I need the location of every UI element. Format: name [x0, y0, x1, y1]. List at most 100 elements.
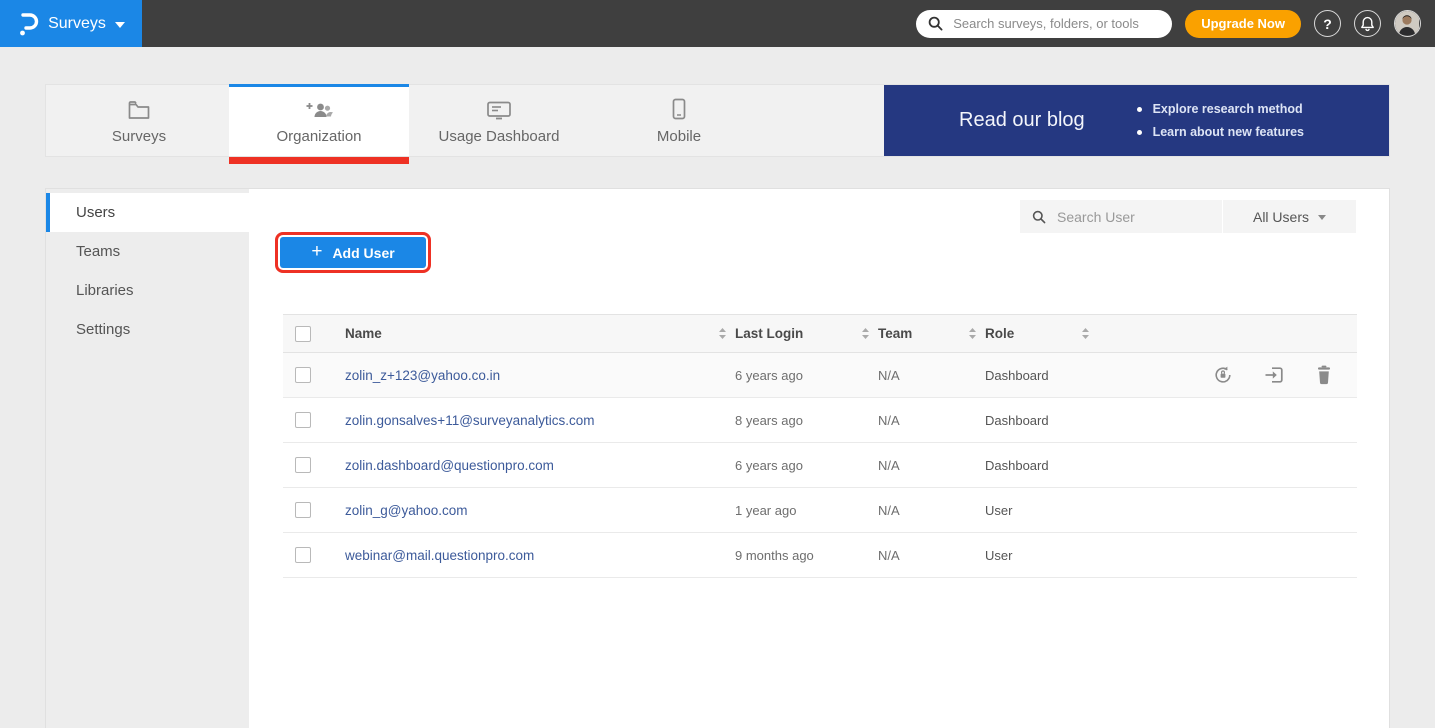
tab-organization[interactable]: Organization [229, 85, 409, 156]
table-header-row: Name Last Login Team [283, 314, 1357, 353]
row-checkbox[interactable] [295, 367, 311, 383]
table-row: zolin.gonsalves+11@surveyanalytics.com 8… [283, 398, 1357, 443]
table-row: zolin.dashboard@questionpro.com 6 years … [283, 443, 1357, 488]
search-user-input[interactable] [1055, 208, 1240, 226]
users-table: Name Last Login Team [283, 314, 1357, 578]
notifications-button[interactable] [1354, 10, 1381, 37]
sort-icon[interactable] [861, 327, 870, 340]
plus-icon: + [311, 242, 322, 261]
usage-dashboard-icon [486, 96, 512, 120]
help-button[interactable]: ? [1314, 10, 1341, 37]
user-name-cell: webinar@mail.questionpro.com [345, 548, 735, 563]
upgrade-now-button[interactable]: Upgrade Now [1185, 10, 1301, 38]
tab-label: Organization [276, 128, 361, 145]
add-user-button[interactable]: + Add User [280, 237, 426, 268]
team-cell: N/A [878, 503, 985, 518]
search-user-box[interactable] [1020, 200, 1222, 233]
row-checkbox[interactable] [295, 502, 311, 518]
search-icon [928, 16, 943, 31]
role-cell: Dashboard [985, 458, 1098, 473]
last-login-cell: 9 months ago [735, 548, 878, 563]
banner-bullet: Learn about new features [1137, 125, 1304, 139]
user-filter-dropdown[interactable]: All Users [1223, 200, 1356, 233]
row-actions [1098, 364, 1357, 386]
role-cell: User [985, 548, 1098, 563]
user-email-link[interactable]: zolin.dashboard@questionpro.com [345, 458, 554, 473]
banner-title: Read our blog [959, 109, 1085, 132]
team-cell: N/A [878, 413, 985, 428]
tab-label: Mobile [657, 128, 701, 145]
table-row: zolin_g@yahoo.com 1 year ago N/A User [283, 488, 1357, 533]
sidebar-item-users[interactable]: Users [46, 193, 249, 232]
table-row: zolin_z+123@yahoo.co.in 6 years ago N/A … [283, 353, 1357, 398]
last-login-cell: 8 years ago [735, 413, 878, 428]
user-email-link[interactable]: webinar@mail.questionpro.com [345, 548, 534, 563]
sidebar-item-teams[interactable]: Teams [46, 232, 249, 271]
user-name-cell: zolin_z+123@yahoo.co.in [345, 368, 735, 383]
row-checkbox-cell [283, 547, 345, 563]
organization-panel: Users Teams Libraries Settings All Users [45, 188, 1390, 728]
user-name-cell: zolin.gonsalves+11@surveyanalytics.com [345, 413, 735, 428]
banner-bullet-list: Explore research method Learn about new … [1137, 102, 1304, 139]
sort-icon[interactable] [718, 327, 727, 340]
add-group-icon [304, 96, 334, 120]
role-cell: Dashboard [985, 413, 1098, 428]
user-avatar[interactable] [1394, 10, 1421, 37]
sidebar-item-settings[interactable]: Settings [46, 310, 249, 349]
module-tabstrip: Surveys Organization [45, 84, 1390, 157]
app-menu[interactable]: Surveys [0, 0, 142, 47]
user-filter-value: All Users [1253, 209, 1309, 225]
team-cell: N/A [878, 548, 985, 563]
header-team: Team [878, 326, 985, 341]
bullet-dot-icon [1137, 130, 1142, 135]
folder-icon [127, 96, 151, 120]
user-name-cell: zolin.dashboard@questionpro.com [345, 458, 735, 473]
row-checkbox-cell [283, 412, 345, 428]
reset-password-icon[interactable] [1212, 364, 1234, 386]
tab-label: Usage Dashboard [439, 128, 560, 145]
app-menu-label: Surveys [48, 15, 106, 33]
last-login-cell: 6 years ago [735, 458, 878, 473]
topbar: Surveys Upgrade Now ? [0, 0, 1435, 47]
row-checkbox-cell [283, 502, 345, 518]
sidebar-item-libraries[interactable]: Libraries [46, 271, 249, 310]
tab-mobile[interactable]: Mobile [589, 85, 769, 156]
global-search-input[interactable] [951, 15, 1160, 32]
row-checkbox[interactable] [295, 547, 311, 563]
sort-icon[interactable] [1081, 327, 1090, 340]
select-all-checkbox[interactable] [295, 326, 311, 342]
header-checkbox-cell [283, 326, 345, 342]
row-checkbox-cell [283, 457, 345, 473]
org-sidebar: Users Teams Libraries Settings [46, 189, 249, 728]
users-content: All Users + Add User Name [249, 189, 1389, 728]
blog-banner[interactable]: Read our blog Explore research method Le… [884, 85, 1389, 156]
row-checkbox[interactable] [295, 457, 311, 473]
last-login-cell: 6 years ago [735, 368, 878, 383]
search-icon [1032, 210, 1046, 224]
questionpro-logo-icon [17, 11, 39, 37]
user-email-link[interactable]: zolin.gonsalves+11@surveyanalytics.com [345, 413, 594, 428]
red-highlight-underline [229, 157, 409, 164]
last-login-cell: 1 year ago [735, 503, 878, 518]
delete-icon[interactable] [1314, 364, 1334, 386]
tab-usage-dashboard[interactable]: Usage Dashboard [409, 85, 589, 156]
role-cell: User [985, 503, 1098, 518]
global-search[interactable] [916, 10, 1172, 38]
sort-icon[interactable] [968, 327, 977, 340]
row-checkbox-cell [283, 367, 345, 383]
bullet-dot-icon [1137, 107, 1142, 112]
chevron-down-icon [1318, 215, 1326, 220]
tab-surveys[interactable]: Surveys [49, 85, 229, 156]
header-role: Role [985, 326, 1098, 341]
banner-bullet: Explore research method [1137, 102, 1304, 116]
user-email-link[interactable]: zolin_g@yahoo.com [345, 503, 468, 518]
login-as-user-icon[interactable] [1263, 364, 1285, 386]
tab-label: Surveys [112, 128, 166, 145]
table-row: webinar@mail.questionpro.com 9 months ag… [283, 533, 1357, 578]
row-checkbox[interactable] [295, 412, 311, 428]
header-name: Name [345, 326, 735, 341]
user-name-cell: zolin_g@yahoo.com [345, 503, 735, 518]
team-cell: N/A [878, 458, 985, 473]
user-email-link[interactable]: zolin_z+123@yahoo.co.in [345, 368, 500, 383]
team-cell: N/A [878, 368, 985, 383]
